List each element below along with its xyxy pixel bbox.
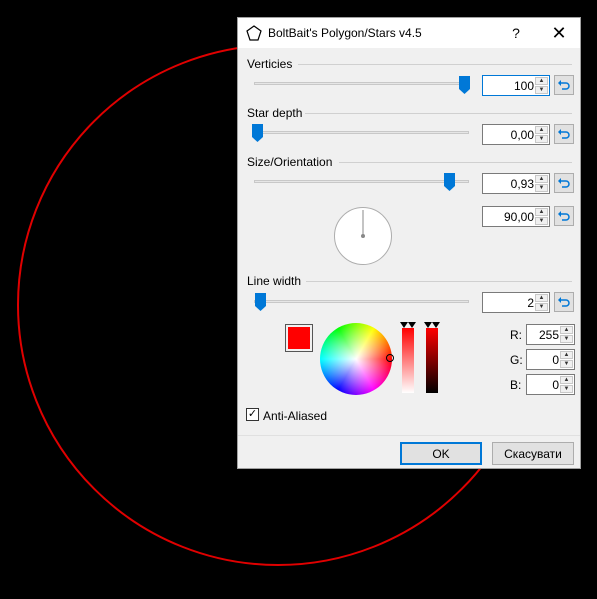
g-input[interactable]: 0 ▲ ▼ (526, 349, 575, 370)
line-width-spinner[interactable]: ▲ ▼ (535, 294, 548, 311)
size-reset-button[interactable] (554, 173, 574, 193)
polygon-stars-dialog: BoltBait's Polygon/Stars v4.5 ? ✕ Vertic… (237, 17, 581, 469)
vertices-label: Verticies (247, 57, 293, 71)
window-title: BoltBait's Polygon/Stars v4.5 (268, 26, 422, 40)
angle-input[interactable]: 90,00 ▲ ▼ (482, 206, 550, 227)
undo-arrow-icon (558, 297, 570, 307)
help-button[interactable]: ? (496, 18, 536, 48)
primary-color-swatch[interactable] (285, 324, 313, 352)
r-spinner[interactable]: ▲ ▼ (560, 326, 573, 343)
star-depth-slider-thumb[interactable] (252, 124, 263, 142)
angle-needle (361, 210, 365, 238)
size-spinner[interactable]: ▲ ▼ (535, 175, 548, 192)
star-depth-spinner[interactable]: ▲ ▼ (535, 126, 548, 143)
r-input[interactable]: 255 ▲ ▼ (526, 324, 575, 345)
g-label: G: (510, 353, 523, 367)
divider (306, 281, 572, 282)
b-spinner[interactable]: ▲ ▼ (560, 376, 573, 393)
line-width-reset-button[interactable] (554, 292, 574, 312)
line-width-input[interactable]: 2 ▲ ▼ (482, 292, 550, 313)
color-wheel[interactable] (320, 323, 392, 395)
b-input[interactable]: 0 ▲ ▼ (526, 374, 575, 395)
angle-spinner[interactable]: ▲ ▼ (535, 208, 548, 225)
dialog-footer: OK Скасувати (238, 435, 580, 469)
line-width-slider-track[interactable] (254, 300, 469, 303)
divider (298, 64, 572, 65)
star-depth-slider-track[interactable] (254, 131, 469, 134)
divider (305, 113, 572, 114)
size-input[interactable]: 0,93 ▲ ▼ (482, 173, 550, 194)
line-width-slider-thumb[interactable] (255, 293, 266, 311)
vertices-slider-thumb[interactable] (459, 76, 470, 94)
size-slider-track[interactable] (254, 180, 469, 183)
ok-button[interactable]: OK (400, 442, 482, 465)
g-spinner[interactable]: ▲ ▼ (560, 351, 573, 368)
undo-arrow-icon (558, 80, 570, 90)
star-depth-reset-button[interactable] (554, 124, 574, 144)
size-orientation-label: Size/Orientation (247, 155, 333, 169)
vertices-spinner[interactable]: ▲ ▼ (535, 77, 548, 94)
line-width-label: Line width (247, 274, 302, 288)
size-slider-thumb[interactable] (444, 173, 455, 191)
vertices-slider-track[interactable] (254, 82, 469, 85)
close-button[interactable]: ✕ (538, 18, 580, 48)
saturation-slider[interactable] (402, 328, 414, 393)
undo-arrow-icon (558, 211, 570, 221)
undo-arrow-icon (558, 129, 570, 139)
divider (339, 162, 572, 163)
cancel-button[interactable]: Скасувати (492, 442, 574, 465)
title-bar[interactable]: BoltBait's Polygon/Stars v4.5 ? ✕ (238, 18, 580, 48)
vertices-input[interactable]: 100 ▲ ▼ (482, 75, 550, 96)
star-depth-label: Star depth (247, 106, 303, 120)
b-label: B: (510, 378, 522, 392)
star-depth-input[interactable]: 0,00 ▲ ▼ (482, 124, 550, 145)
angle-dial[interactable] (334, 207, 392, 265)
value-slider[interactable] (426, 328, 438, 393)
pentagon-icon (246, 25, 262, 41)
angle-reset-button[interactable] (554, 206, 574, 226)
anti-aliased-label[interactable]: Anti-Aliased (263, 409, 327, 423)
color-wheel-marker[interactable] (386, 354, 394, 362)
undo-arrow-icon (558, 178, 570, 188)
anti-aliased-checkbox[interactable]: ✓ (246, 408, 259, 421)
vertices-reset-button[interactable] (554, 75, 574, 95)
r-label: R: (510, 328, 522, 342)
